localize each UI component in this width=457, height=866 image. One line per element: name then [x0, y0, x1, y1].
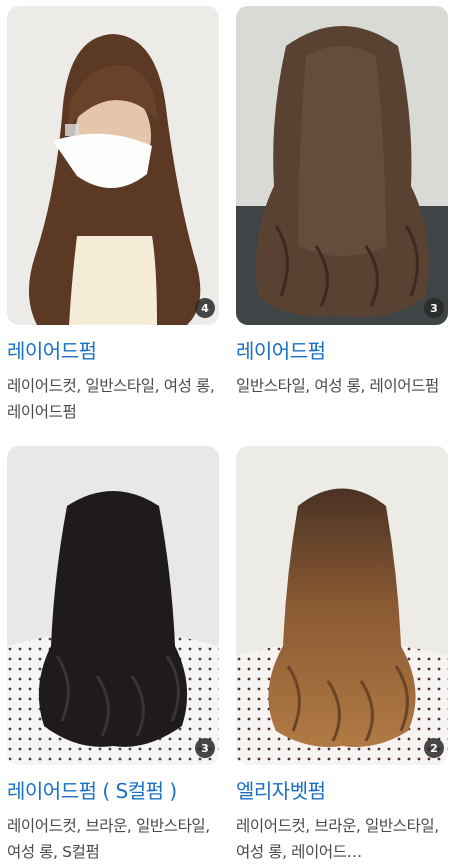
- hairstyle-card[interactable]: 2 엘리자벳펌 레이어드컷, 브라운, 일반스타일, 여성 롱, 레이어드…: [236, 446, 448, 865]
- hairstyle-photo: [7, 6, 219, 325]
- hairstyle-card[interactable]: 3 레이어드펌 일반스타일, 여성 롱, 레이어드펌: [236, 6, 448, 399]
- hairstyle-title[interactable]: 레이어드펌: [236, 337, 448, 365]
- hairstyle-title[interactable]: 엘리자벳펌: [236, 777, 448, 805]
- photo-count-badge: 3: [195, 738, 215, 758]
- photo-count-badge: 4: [195, 298, 215, 318]
- hairstyle-tags: 레이어드컷, 일반스타일, 여성 롱, 레이어드펌: [7, 377, 215, 421]
- hairstyle-card[interactable]: 4 레이어드펌 레이어드컷, 일반스타일, 여성 롱, 레이어드펌: [7, 6, 219, 425]
- hairstyle-tags: 일반스타일, 여성 롱, 레이어드펌: [236, 377, 439, 395]
- hairstyle-thumbnail[interactable]: 4: [7, 6, 219, 325]
- hairstyle-tags: 레이어드컷, 브라운, 일반스타일, 여성 롱, 레이어드…: [236, 817, 439, 861]
- hairstyle-grid: 4 레이어드펌 레이어드컷, 일반스타일, 여성 롱, 레이어드펌 3 레이어드…: [0, 0, 457, 866]
- photo-count-badge: 3: [424, 298, 444, 318]
- hairstyle-photo: [236, 446, 448, 765]
- hairstyle-thumbnail[interactable]: 3: [7, 446, 219, 765]
- hairstyle-card[interactable]: 3 레이어드펌 ( S컬펌 ) 레이어드컷, 브라운, 일반스타일, 여성 롱,…: [7, 446, 219, 865]
- hairstyle-photo: [236, 6, 448, 325]
- photo-count-badge: 2: [424, 738, 444, 758]
- hairstyle-tags: 레이어드컷, 브라운, 일반스타일, 여성 롱, S컬펌: [7, 817, 210, 861]
- hairstyle-thumbnail[interactable]: 2: [236, 446, 448, 765]
- hairstyle-thumbnail[interactable]: 3: [236, 6, 448, 325]
- hairstyle-photo: [7, 446, 219, 765]
- hairstyle-title[interactable]: 레이어드펌: [7, 337, 219, 365]
- hairstyle-title[interactable]: 레이어드펌 ( S컬펌 ): [7, 777, 219, 805]
